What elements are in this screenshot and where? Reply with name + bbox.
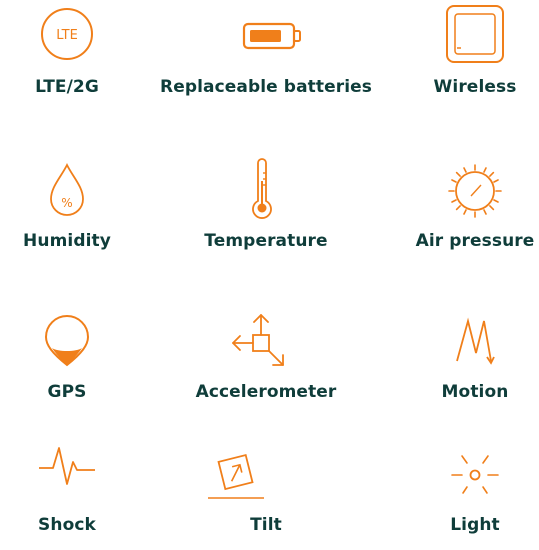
svg-text:%: %: [61, 196, 72, 210]
feature-label-air-pressure: Air pressure: [415, 231, 535, 251]
feature-batteries: Replaceable batteries: [160, 0, 372, 110]
feature-gps: GPS: [0, 307, 157, 417]
feature-motion: Motion: [385, 307, 539, 417]
lte-circle-icon: LTE: [41, 8, 93, 60]
gps-pin-icon: [44, 315, 90, 367]
tilt-icon: [208, 453, 264, 499]
feature-lte: LTE LTE/2G: [0, 0, 157, 110]
wireless-square-icon: [446, 5, 504, 63]
feature-label-temperature: Temperature: [204, 231, 328, 251]
feature-label-humidity: Humidity: [23, 231, 111, 251]
feature-label-batteries: Replaceable batteries: [160, 77, 372, 97]
pressure-gauge-icon: [448, 164, 502, 218]
feature-label-shock: Shock: [38, 515, 96, 535]
feature-label-motion: Motion: [441, 382, 509, 402]
feature-shock: Shock: [0, 440, 157, 550]
feature-label-light: Light: [450, 515, 500, 535]
light-icon: [451, 455, 499, 494]
feature-light: Light: [385, 440, 539, 550]
feature-humidity: % Humidity: [0, 155, 157, 265]
feature-label-lte: LTE/2G: [35, 77, 99, 97]
feature-label-wireless: Wireless: [433, 77, 517, 97]
humidity-drop-icon: %: [50, 162, 84, 216]
motion-zigzag-icon: [456, 317, 495, 365]
feature-tilt: Tilt: [176, 440, 356, 550]
feature-label-gps: GPS: [47, 382, 87, 402]
svg-text:LTE: LTE: [56, 28, 78, 43]
feature-label-accelerometer: Accelerometer: [195, 382, 337, 402]
thermometer-icon: [252, 158, 272, 219]
feature-accelerometer: Accelerometer: [176, 307, 356, 417]
feature-air-pressure: Air pressure: [385, 155, 539, 265]
feature-wireless: Wireless: [385, 0, 539, 110]
feature-label-tilt: Tilt: [250, 515, 282, 535]
accelerometer-icon: [232, 314, 284, 366]
feature-temperature: Temperature: [176, 155, 356, 265]
battery-icon: [242, 22, 301, 50]
shock-pulse-icon: [39, 447, 95, 485]
feature-grid: LTE LTE/2G Replaceable batteries Wireles…: [0, 0, 539, 538]
